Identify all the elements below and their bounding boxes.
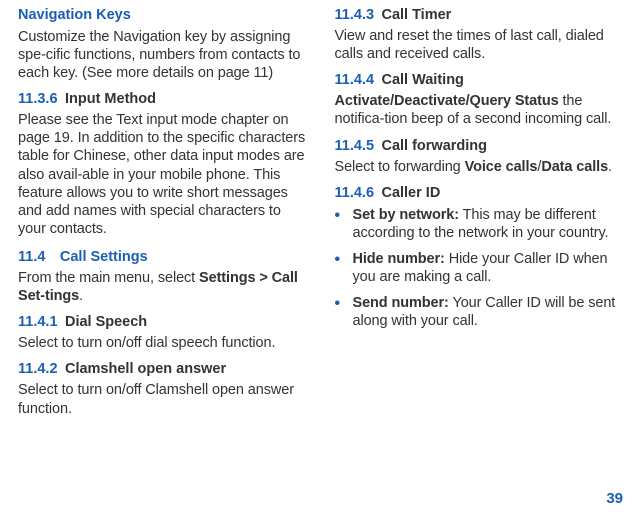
para-input-method: Please see the Text input mode chapter o…	[18, 111, 307, 238]
heading-call-forwarding: 11.4.5 Call forwarding	[335, 137, 624, 155]
heading-navigation-keys: Navigation Keys	[18, 6, 307, 25]
para-call-waiting: Activate/Deactivate/Query Status the not…	[335, 92, 624, 128]
secnum: 11.4	[18, 249, 45, 265]
right-column: 11.4.3 Call Timer View and reset the tim…	[335, 6, 624, 418]
heading-call-waiting: 11.4.4 Call Waiting	[335, 71, 624, 89]
bold-text: Set by network:	[353, 207, 459, 223]
heading-dial-speech: 11.4.1 Dial Speech	[18, 313, 307, 331]
heading-call-timer: 11.4.3 Call Timer	[335, 6, 624, 24]
secnum: 11.4.5	[335, 138, 375, 154]
heading-input-method: 11.3.6 Input Method	[18, 90, 307, 108]
secnum: 11.4.3	[335, 7, 375, 23]
para-dial-speech: Select to turn on/off dial speech functi…	[18, 334, 307, 352]
para-navigation-keys: Customize the Navigation key by assignin…	[18, 28, 307, 82]
list-item: Set by network: This may be different ac…	[335, 206, 624, 242]
bold-text: Voice calls	[465, 159, 538, 175]
secnum: 11.3.6	[18, 91, 58, 107]
seclabel: Dial Speech	[65, 314, 147, 330]
secnum: 11.4.6	[335, 185, 375, 201]
para-call-timer: View and reset the times of last call, d…	[335, 27, 624, 63]
text: From the main menu, select	[18, 270, 199, 286]
para-call-forwarding: Select to forwarding Voice calls/Data ca…	[335, 158, 624, 176]
seclabel: Call forwarding	[381, 138, 487, 154]
page-columns: Navigation Keys Customize the Navigation…	[18, 6, 623, 418]
list-item: Send number: Your Caller ID will be sent…	[335, 294, 624, 330]
heading-caller-id: 11.4.6 Caller ID	[335, 184, 624, 202]
para-clamshell: Select to turn on/off Clamshell open ans…	[18, 381, 307, 417]
heading-clamshell: 11.4.2 Clamshell open answer	[18, 360, 307, 378]
seclabel: Caller ID	[381, 185, 440, 201]
bold-text: Activate/Deactivate/Query Status	[335, 93, 559, 109]
heading-call-settings: 11.4 Call Settings	[18, 248, 307, 266]
caller-id-list: Set by network: This may be different ac…	[335, 206, 624, 331]
text: Select to forwarding	[335, 159, 465, 175]
secnum: 11.4.4	[335, 72, 375, 88]
seclabel: Clamshell open answer	[65, 361, 226, 377]
bold-text: Hide number:	[353, 251, 445, 267]
page-number: 39	[606, 490, 623, 507]
secnum: 11.4.2	[18, 361, 58, 377]
seclabel: Input Method	[65, 91, 156, 107]
text: .	[608, 159, 612, 175]
seclabel: Call Timer	[381, 7, 451, 23]
para-call-settings: From the main menu, select Settings > Ca…	[18, 269, 307, 305]
secnum: 11.4.1	[18, 314, 58, 330]
seclabel: Call Settings	[60, 249, 148, 265]
bold-text: Data calls	[541, 159, 608, 175]
list-item: Hide number: Hide your Caller ID when yo…	[335, 250, 624, 286]
seclabel: Call Waiting	[381, 72, 463, 88]
text: .	[79, 288, 83, 304]
bold-text: Send number:	[353, 295, 449, 311]
left-column: Navigation Keys Customize the Navigation…	[18, 6, 307, 418]
